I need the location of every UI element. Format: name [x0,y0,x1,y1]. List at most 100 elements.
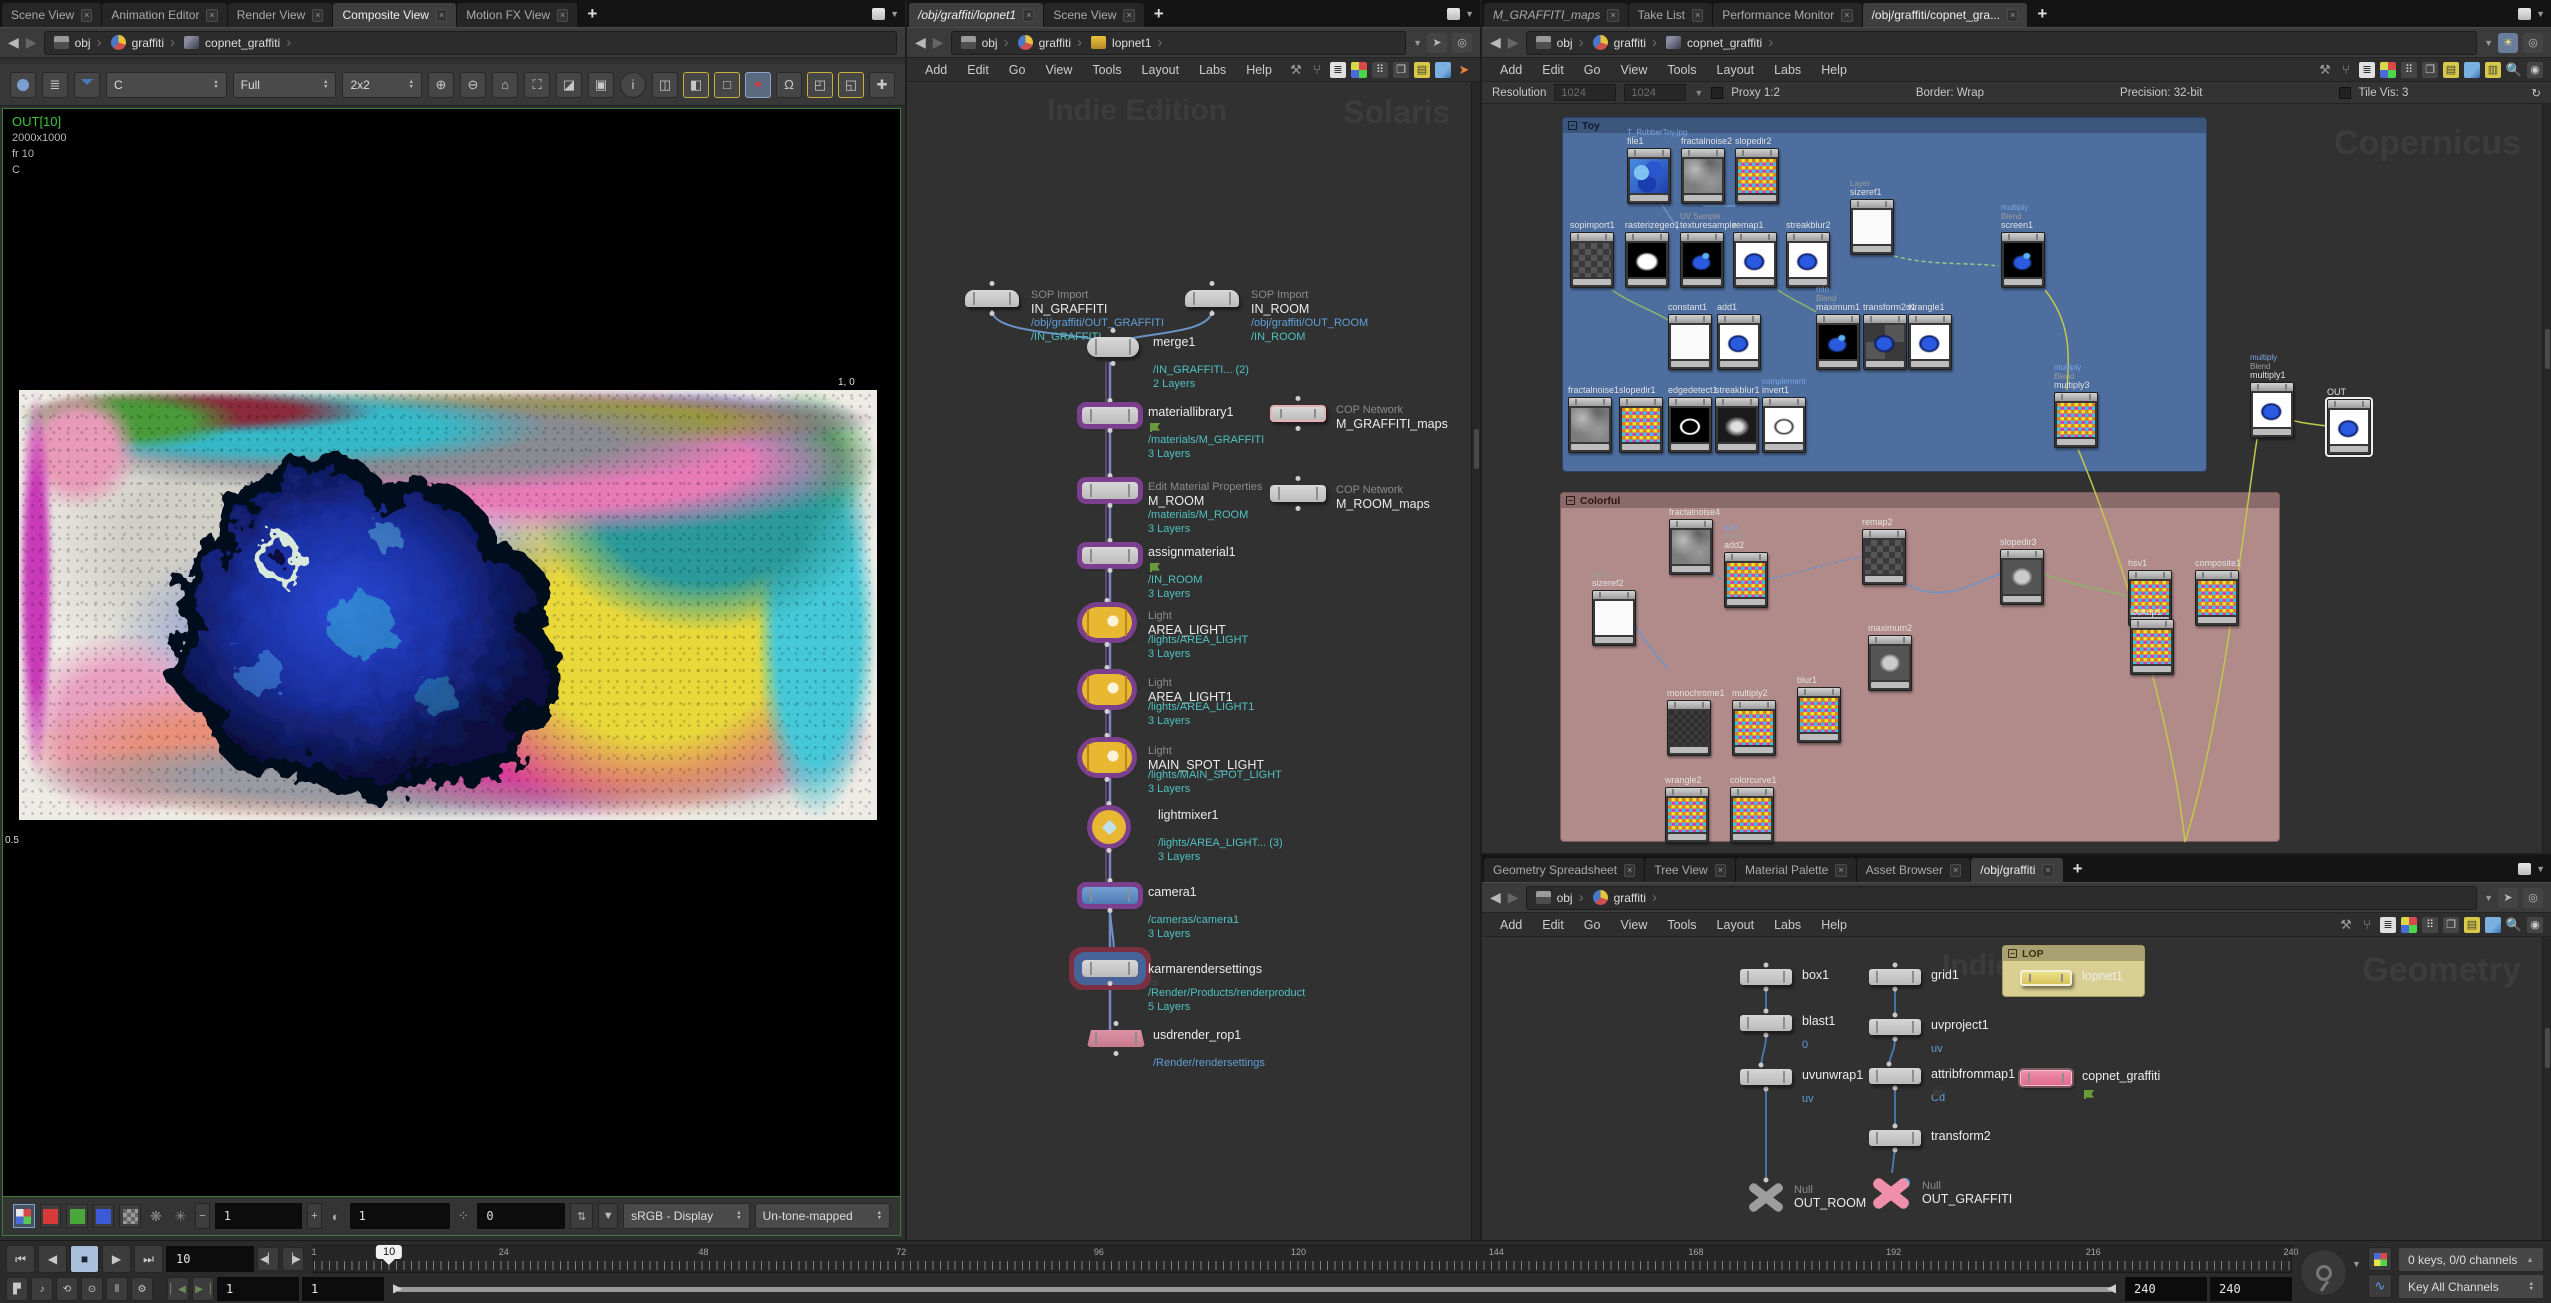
windows-icon[interactable]: ❐ [2422,62,2438,78]
plane-select[interactable]: C▲▼ [106,72,227,98]
breadcrumb-item[interactable]: copnet_graffiti › [1666,34,1773,51]
refresh-icon[interactable]: ↻ [2531,86,2541,100]
cop-node[interactable]: multiply Blend screen1 [2001,232,2045,288]
cop-node[interactable]: maximum2 [1868,635,1912,691]
composite-viewport[interactable]: OUT[10] 2000x1000 fr 10 C 1, 0 0.5 [2,108,901,1197]
cop-node[interactable]: complement invert1 [1762,397,1806,453]
pane-maximize-icon[interactable] [2518,863,2531,875]
menu-item[interactable]: Layout [1707,918,1765,932]
node-card[interactable] [1816,314,1860,370]
node-footer-slider[interactable] [1727,599,1765,605]
preview-lamp-icon[interactable]: ☀ [2498,33,2518,53]
node-card[interactable] [1681,148,1725,204]
node-card[interactable] [1735,148,1779,204]
output-port[interactable] [1108,428,1113,433]
frame-all-icon[interactable]: ⛶ [524,72,550,98]
sticky-note-icon[interactable]: ▤ [2443,62,2459,78]
input-port[interactable] [1296,476,1301,481]
pane-menu-icon[interactable]: ▼ [2536,9,2545,19]
gain-decrement[interactable]: − [195,1203,209,1229]
range-left-handle[interactable]: ▶ [393,1281,402,1295]
node-card[interactable] [1868,635,1912,691]
pane-maximize-icon[interactable] [1447,8,1460,20]
stop-icon[interactable]: ■ [70,1245,99,1273]
new-tab-button[interactable]: + [578,4,606,24]
menu-item[interactable]: Help [1811,918,1857,932]
tick-display-icon[interactable]: ⫴ [106,1277,128,1301]
path-menu-icon[interactable]: ▼ [2484,893,2493,903]
channel-green-button[interactable] [66,1204,88,1228]
cop-node[interactable]: rasterizegeo1 [1625,232,1669,288]
cop-node[interactable]: multiply2 [1732,700,1776,756]
cop-node[interactable]: edgedetect1 [1668,397,1712,453]
next-key-icon[interactable]: ▶▕ [192,1277,214,1301]
node-card[interactable] [1627,148,1671,204]
node-card[interactable] [1730,787,1774,843]
menu-item[interactable]: Labs [1189,63,1236,77]
adapt-range-icon[interactable]: ⇅ [570,1203,593,1229]
node-card[interactable] [2128,570,2172,626]
tab-close-icon[interactable]: × [557,9,568,22]
home-view-icon[interactable]: ⌂ [492,72,518,98]
render-flipbook-icon[interactable]: ✦ [745,72,771,98]
nav-forward-icon[interactable]: ▶ [1508,34,1519,51]
scrollbar[interactable] [1471,82,1480,1240]
tab-close-icon[interactable]: × [206,9,217,22]
lop-node[interactable]: lightmixer1 /lights/AREA_LIGHT... (3) 3 … [1092,810,1126,844]
breadcrumb-item[interactable]: graffiti › [1593,889,1657,906]
resolution-menu-icon[interactable]: ▼ [1694,88,1703,98]
nav-back-icon[interactable]: ◀ [1490,889,1501,906]
node-card[interactable] [1733,232,1777,288]
collapse-icon[interactable]: − [1566,496,1575,505]
pane-tab[interactable]: Animation Editor × [102,3,226,27]
snapshot-icon[interactable]: Ω [776,72,802,98]
sticky-note-icon[interactable]: ▤ [2464,917,2480,933]
node-shape[interactable] [1270,485,1326,502]
node-footer-slider[interactable] [1800,734,1838,740]
input-port[interactable] [1114,1021,1119,1026]
channel-rgba-button[interactable] [13,1204,35,1228]
cop-node[interactable]: monochrome1 [1667,700,1711,756]
cop-node[interactable]: blur1 [1797,687,1841,743]
tab-close-icon[interactable]: × [1841,9,1852,22]
menu-item[interactable]: Add [915,63,957,77]
node-footer-slider[interactable] [2057,439,2095,445]
cop-node[interactable]: colorcurve1 [1730,787,1774,843]
sop-node[interactable]: blast1 0 [1740,1015,1792,1031]
layout-split-icon[interactable]: ◱ [838,72,864,98]
node-footer-slider[interactable] [1911,361,1949,367]
windows-icon[interactable]: ❐ [2443,917,2459,933]
channel-red-button[interactable] [40,1204,62,1228]
gain-field[interactable]: 1 [215,1203,303,1229]
pane-menu-icon[interactable]: ▼ [2536,864,2545,874]
cop-node[interactable]: lookup1 [2130,619,2174,675]
node-card[interactable] [2250,382,2294,438]
node-footer-slider[interactable] [1670,747,1708,753]
node-footer-slider[interactable] [1853,246,1891,252]
playhead[interactable]: 10 [376,1245,402,1259]
pane-tab[interactable]: Take List × [1629,3,1713,27]
cop-node[interactable]: slopedir1 [1619,397,1663,453]
pane-expand-icon[interactable]: ✚ [869,72,895,98]
jump-icon[interactable]: ➤ [1456,62,1472,78]
node-shape[interactable] [1740,969,1792,985]
lop-node[interactable]: merge1 /IN_GRAFFITI... (2) 2 Layers [1087,337,1139,357]
node-shape[interactable] [1869,969,1921,985]
node-footer-slider[interactable] [1573,279,1611,285]
pane-tab[interactable]: Scene View × [2,3,101,27]
sop-node[interactable]: Null OUT_GRAFFITI [1870,1172,1912,1214]
breadcrumb[interactable]: obj › graffiti › copnet_graffiti › [1526,31,2478,55]
node-footer-slider[interactable] [1765,444,1803,450]
node-footer-slider[interactable] [1736,279,1774,285]
tab-close-icon[interactable]: × [2042,864,2053,877]
pane-tab[interactable]: Performance Monitor × [1713,3,1861,27]
menu-item[interactable]: Go [999,63,1036,77]
step-back-icon[interactable]: ◀▏ [257,1247,279,1271]
pane-tab[interactable]: Tree View × [1645,858,1735,882]
cop-node[interactable]: streakblur1 [1715,397,1759,453]
clock-icon[interactable]: ⊙ [81,1277,103,1301]
output-port[interactable] [1108,908,1113,913]
zoom-in-icon[interactable]: ⊕ [428,72,454,98]
cop-node[interactable]: composite1 [2195,570,2239,626]
lop-node[interactable]: SOP Import IN_ROOM /obj/graffiti/OUT_ROO… [1185,290,1239,307]
